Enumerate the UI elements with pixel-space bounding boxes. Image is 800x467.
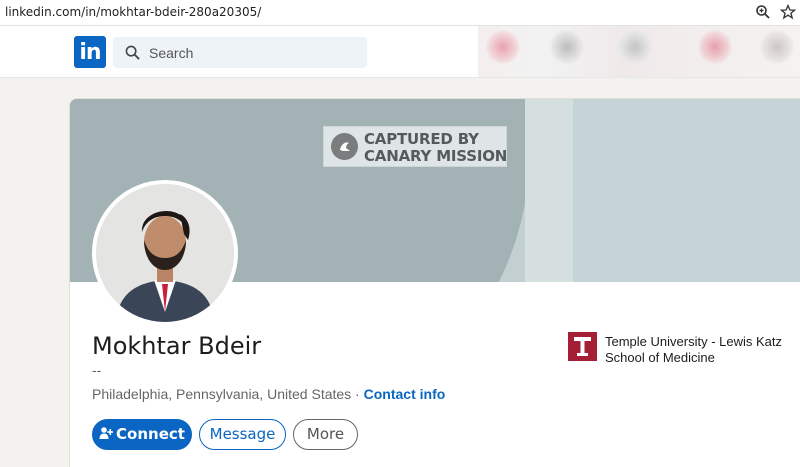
education-entry[interactable]: Temple University - Lewis Katz School of… bbox=[568, 332, 800, 368]
add-person-icon bbox=[99, 427, 114, 439]
star-icon[interactable] bbox=[780, 4, 796, 20]
blurred-nav-icons bbox=[478, 26, 800, 77]
url-text[interactable]: linkedin.com/in/mokhtar-bdeir-280a20305/ bbox=[5, 5, 261, 19]
education-name-line1: Temple University - Lewis Katz bbox=[605, 334, 782, 349]
connect-label: Connect bbox=[116, 425, 185, 443]
profile-location: Philadelphia, Pennsylvania, United State… bbox=[92, 386, 352, 402]
search-input[interactable]: Search bbox=[113, 37, 367, 68]
search-placeholder: Search bbox=[149, 45, 194, 61]
canary-mission-watermark: CAPTURED BY CANARY MISSION bbox=[323, 126, 507, 167]
profile-name: Mokhtar Bdeir bbox=[92, 332, 262, 360]
profile-location-line: Philadelphia, Pennsylvania, United State… bbox=[92, 386, 445, 402]
profile-photo[interactable] bbox=[92, 180, 238, 326]
message-button[interactable]: Message bbox=[199, 419, 286, 450]
connect-button[interactable]: Connect bbox=[92, 419, 192, 450]
search-icon bbox=[125, 45, 140, 60]
top-navigation: in Search bbox=[0, 26, 800, 78]
browser-address-bar[interactable]: linkedin.com/in/mokhtar-bdeir-280a20305/ bbox=[0, 0, 800, 26]
watermark-line2: CANARY MISSION bbox=[364, 147, 508, 165]
contact-info-link[interactable]: Contact info bbox=[364, 386, 446, 402]
zoom-icon[interactable] bbox=[755, 4, 771, 20]
education-name-line2: School of Medicine bbox=[605, 350, 715, 365]
profile-headline: -- bbox=[92, 362, 102, 378]
temple-university-logo bbox=[568, 332, 597, 361]
watermark-line1: CAPTURED BY bbox=[364, 130, 479, 148]
location-separator: · bbox=[351, 386, 364, 402]
linkedin-logo[interactable]: in bbox=[74, 36, 106, 68]
profile-card: CAPTURED BY CANARY MISSION Mokhtar Bdeir… bbox=[69, 98, 800, 467]
more-button[interactable]: More bbox=[293, 419, 358, 450]
canary-bird-icon bbox=[331, 133, 358, 160]
